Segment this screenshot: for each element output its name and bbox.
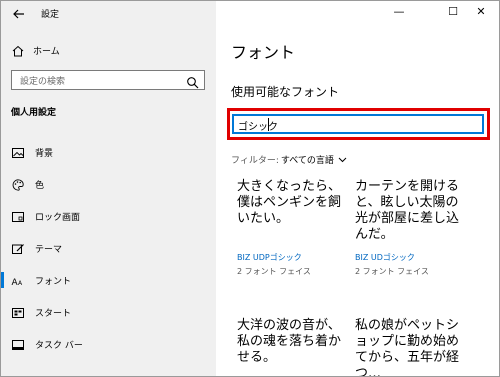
back-arrow-icon[interactable] [11,6,27,22]
start-icon [11,305,25,319]
lock-screen-icon [11,209,25,223]
home-icon [11,43,25,57]
palette-icon [11,177,25,191]
filter-label: フィルター: [231,156,279,166]
language-filter[interactable]: フィルター: すべての言語 [231,153,347,166]
font-card[interactable]: 大きくなったら、僕はペンギンを飼いたい。 BIZ UDPゴシック 2 フォント … [237,179,347,279]
settings-search-input[interactable]: 設定の検索 [11,70,205,90]
section-title: 個人用設定 [11,108,57,118]
sidebar-item-color[interactable]: 色 [1,173,216,195]
font-search-input[interactable]: ゴシック [232,114,484,134]
sidebar-item-home[interactable]: ホーム [11,41,211,59]
font-sample-text: 大きくなったら、僕はペンギンを飼いたい。 [237,179,342,226]
sidebar-item-taskbar[interactable]: タスク バー [1,333,216,355]
font-sample-text: 私の娘がペットショップに勤め始めてから、五年が経つ… [355,318,460,377]
sidebar-item-label: タスク バー [35,340,83,351]
text-caret [268,118,269,131]
main-content: — ☐ ✕ フォント 使用可能なフォント ゴシック フィルター: すべての言語 … [216,1,499,376]
sidebar-item-label: ロック画面 [35,212,81,223]
close-button[interactable]: ✕ [466,3,496,21]
chevron-down-icon [338,155,347,164]
font-name: BIZ UDゴシック [355,253,415,262]
selection-indicator [1,272,4,288]
sidebar-item-label: 色 [35,180,45,191]
search-icon[interactable] [186,74,199,89]
sidebar-item-start[interactable]: スタート [1,301,216,323]
minimize-button[interactable]: — [384,3,414,21]
filter-value: すべての言語 [280,156,334,166]
font-card[interactable]: カーテンを開けると、眩しい太陽の光が部屋に差し込んだ。 BIZ UDゴシック 2… [355,179,465,279]
sidebar-item-label: 背景 [35,148,54,159]
font-name: BIZ UDPゴシック [237,253,302,262]
sidebar-item-label: テーマ [35,244,63,255]
font-sample-text: カーテンを開けると、眩しい太陽の光が部屋に差し込んだ。 [355,179,460,242]
sidebar-item-lock-screen[interactable]: ロック画面 [1,205,216,227]
picture-icon [11,145,25,159]
font-face-count: 2 フォント フェイス [237,267,311,276]
sidebar-item-label: スタート [35,308,72,319]
settings-window: 設定 ホーム 設定の検索 個人用設定 背景 色 ロック画面 テーマ A A フォ… [0,0,500,377]
maximize-button[interactable]: ☐ [438,3,468,21]
sidebar: 設定 ホーム 設定の検索 個人用設定 背景 色 ロック画面 テーマ A A フォ… [1,1,216,376]
sidebar-item-fonts[interactable]: AA フォント [1,269,216,291]
font-card[interactable]: 私の娘がペットショップに勤め始めてから、五年が経つ… [355,318,465,377]
font-face-count: 2 フォント フェイス [355,267,429,276]
font-sample-text: 大洋の波の音が、私の魂を落ち着かせる。 [237,318,342,365]
search-placeholder: 設定の検索 [20,77,66,87]
app-title: 設定 [41,10,60,20]
sidebar-item-label: ホーム [33,46,60,57]
font-card[interactable]: 大洋の波の音が、私の魂を落ち着かせる。 [237,318,347,374]
font-search-value: ゴシック [238,122,278,133]
taskbar-icon [11,337,25,351]
font-icon: AA [11,273,25,288]
sidebar-item-background[interactable]: 背景 [1,141,216,163]
theme-icon [11,241,25,255]
page-title: フォント [231,43,296,62]
svg-text:A: A [18,280,23,287]
sidebar-item-theme[interactable]: テーマ [1,237,216,259]
section-subtitle: 使用可能なフォント [231,85,340,99]
sidebar-item-label: フォント [35,276,72,287]
